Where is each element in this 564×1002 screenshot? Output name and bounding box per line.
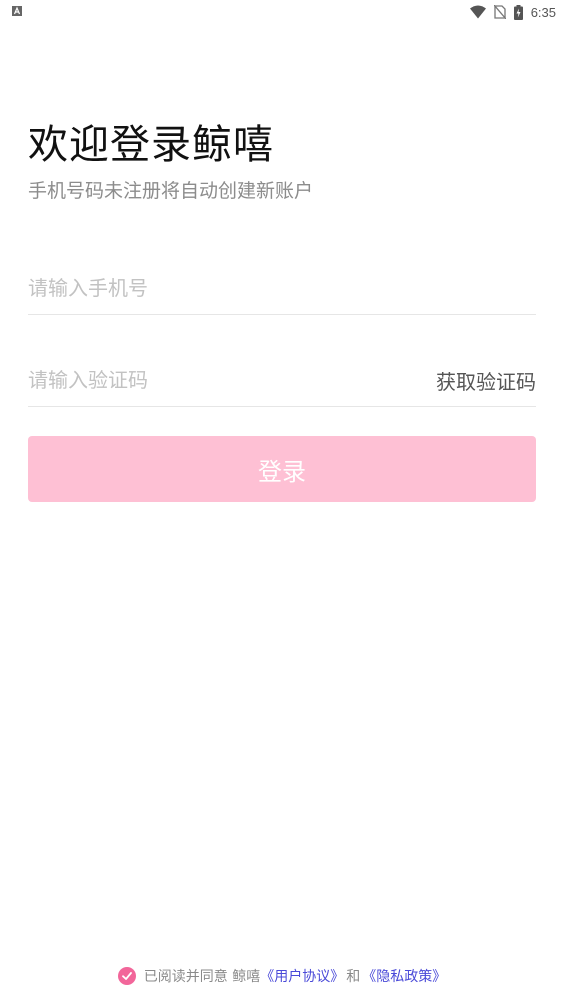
status-time: 6:35 <box>530 4 556 20</box>
user-agreement-link[interactable]: 《用户协议》 <box>260 966 344 986</box>
login-button-label: 登录 <box>258 457 306 486</box>
agreement-and: 和 <box>346 969 361 985</box>
checkmark-icon <box>121 972 132 980</box>
agreement-prefix: 已阅读并同意 鲸嘻 <box>143 969 261 985</box>
wifi-icon <box>469 5 486 19</box>
login-button[interactable]: 登录 <box>28 436 536 502</box>
page-subtitle: 手机号码未注册将自动创建新账户 <box>28 180 314 202</box>
notification-a-icon <box>12 6 22 16</box>
get-code-button[interactable]: 获取验证码 <box>436 366 536 395</box>
status-bar: 6:35 <box>0 0 564 24</box>
page-title: 欢迎登录鲸嘻 <box>28 122 274 168</box>
phone-input[interactable] <box>28 268 328 308</box>
phone-field <box>28 268 536 315</box>
no-sim-icon <box>493 5 506 19</box>
status-icons: 6:35 <box>469 3 556 21</box>
agreement-row: 已阅读并同意 鲸嘻 《用户协议》 和 《隐私政策》 <box>0 966 564 986</box>
battery-charging-icon <box>513 4 523 20</box>
verification-code-input[interactable] <box>28 360 328 400</box>
login-screen: 6:35 欢迎登录鲸嘻 手机号码未注册将自动创建新账户 获取验证码 登录 已阅读… <box>0 0 564 1002</box>
privacy-policy-link[interactable]: 《隐私政策》 <box>362 966 446 986</box>
agree-checkbox[interactable] <box>117 967 136 985</box>
code-field: 获取验证码 <box>28 360 536 407</box>
